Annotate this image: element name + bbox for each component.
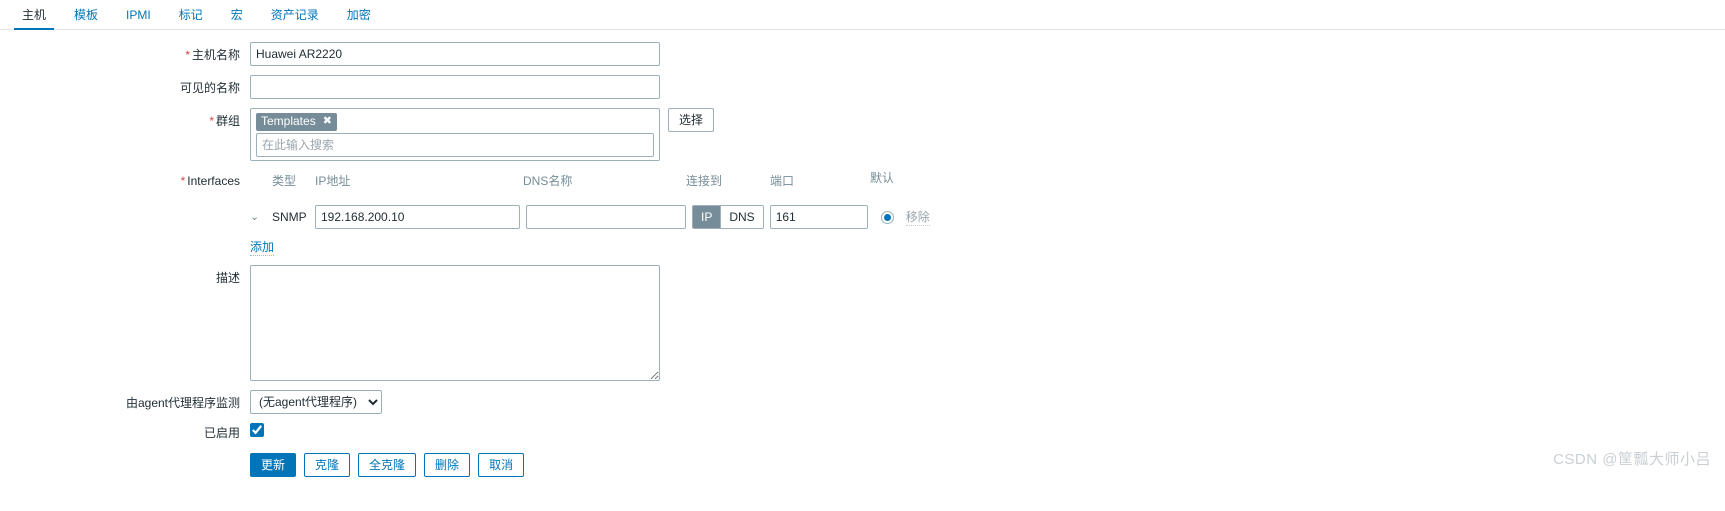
tab-inventory[interactable]: 资产记录 bbox=[257, 8, 333, 29]
groups-search-input[interactable] bbox=[256, 133, 654, 157]
tab-label: 资产记录 bbox=[270, 8, 319, 22]
group-chip-templates[interactable]: Templates ✖ bbox=[256, 113, 337, 131]
description-field-wrap bbox=[250, 265, 660, 381]
col-header-type: 类型 bbox=[272, 174, 297, 188]
connect-to-ip-option[interactable]: IP bbox=[693, 206, 722, 228]
tab-label: 加密 bbox=[346, 8, 371, 22]
interface-dns-input[interactable] bbox=[526, 205, 686, 229]
description-textarea[interactable] bbox=[250, 265, 660, 381]
form-row-groups: *群组 Templates ✖ 选择 bbox=[0, 108, 1725, 161]
cancel-button[interactable]: 取消 bbox=[478, 453, 525, 477]
required-marker: * bbox=[180, 174, 186, 188]
interface-remove-link[interactable]: 移除 bbox=[905, 208, 930, 226]
interfaces-header-row: 类型 IP地址 DNS名称 连接到 端口 默认 bbox=[250, 172, 930, 204]
required-marker: * bbox=[209, 114, 214, 128]
connect-to-dns-option[interactable]: DNS bbox=[721, 206, 763, 228]
host-form: *主机名称 可见的名称 *群组 Templates ✖ 选择 bbox=[0, 30, 1725, 477]
form-row-actions: 更新 克隆 全克隆 删除 取消 bbox=[0, 453, 1725, 477]
default-radio-cell bbox=[872, 210, 904, 224]
tab-label: 主机 bbox=[22, 8, 47, 22]
host-name-input[interactable] bbox=[250, 42, 660, 66]
proxy-label: 由agent代理程序监测 bbox=[125, 396, 240, 410]
delete-button[interactable]: 删除 bbox=[424, 453, 471, 477]
tab-label: 宏 bbox=[230, 8, 243, 22]
interface-port-input[interactable] bbox=[769, 205, 868, 229]
proxy-select[interactable]: (无agent代理程序) bbox=[250, 390, 382, 414]
groups-field-wrap: Templates ✖ 选择 bbox=[250, 108, 715, 161]
interfaces-table: 类型 IP地址 DNS名称 连接到 端口 默认 ⌄ SNMP IP DNS bbox=[250, 170, 930, 256]
tab-label: IPMI bbox=[126, 8, 151, 22]
visible-name-field-wrap bbox=[250, 75, 660, 99]
form-row-description: 描述 bbox=[0, 265, 1725, 381]
tab-encryption[interactable]: 加密 bbox=[333, 8, 385, 29]
action-button-row: 更新 克隆 全克隆 删除 取消 bbox=[250, 453, 525, 477]
interface-add-link[interactable]: 添加 bbox=[250, 238, 275, 256]
chevron-down-icon[interactable]: ⌄ bbox=[250, 212, 272, 223]
groups-label: * 群组 bbox=[0, 108, 250, 129]
interface-type-label: SNMP bbox=[272, 210, 307, 224]
col-header-dns: DNS名称 bbox=[523, 174, 573, 188]
actions-spacer bbox=[0, 453, 250, 457]
col-header-port: 端口 bbox=[770, 174, 795, 188]
tab-tags[interactable]: 标记 bbox=[165, 8, 217, 29]
col-header-connect-to: 连接到 bbox=[686, 174, 723, 188]
tab-ipmi[interactable]: IPMI bbox=[112, 8, 165, 29]
chip-remove-icon[interactable]: ✖ bbox=[323, 114, 332, 129]
watermark-text: CSDN @筐瓢大师小吕 bbox=[1553, 451, 1711, 468]
tab-templates[interactable]: 模板 bbox=[60, 8, 112, 29]
tab-macros[interactable]: 宏 bbox=[217, 8, 257, 29]
enabled-checkbox[interactable] bbox=[250, 423, 264, 437]
form-row-visible-name: 可见的名称 bbox=[0, 75, 1725, 99]
tab-label: 标记 bbox=[178, 8, 203, 22]
interface-row: ⌄ SNMP IP DNS 移除 bbox=[250, 204, 930, 230]
form-row-interfaces: * Interfaces 类型 IP地址 DNS名称 连接到 端口 默认 ⌄ SN… bbox=[0, 170, 1725, 256]
col-header-ip: IP地址 bbox=[315, 174, 351, 188]
form-row-enabled: 已启用 bbox=[0, 423, 1725, 441]
label-text: Interfaces bbox=[187, 174, 240, 188]
connect-to-toggle: IP DNS bbox=[692, 205, 764, 229]
description-label: 描述 bbox=[215, 271, 240, 285]
host-name-label: * 主机名称 bbox=[0, 42, 250, 63]
tab-label: 模板 bbox=[74, 8, 99, 22]
clone-button[interactable]: 克隆 bbox=[304, 453, 351, 477]
groups-multiselect[interactable]: Templates ✖ bbox=[250, 108, 660, 161]
full-clone-button[interactable]: 全克隆 bbox=[358, 453, 417, 477]
form-row-host-name: * 主机名称 bbox=[0, 42, 1725, 66]
chip-label: Templates bbox=[261, 114, 316, 128]
required-marker: * bbox=[185, 48, 190, 62]
update-button[interactable]: 更新 bbox=[250, 453, 297, 477]
visible-name-input[interactable] bbox=[250, 75, 660, 99]
label-text: 主机名称 bbox=[191, 48, 240, 62]
host-name-field-wrap bbox=[250, 42, 660, 66]
col-header-default: 默认 bbox=[870, 171, 895, 185]
enabled-field-wrap bbox=[250, 423, 264, 437]
label-text: 群组 bbox=[215, 114, 240, 128]
visible-name-label: 可见的名称 bbox=[179, 81, 240, 95]
tab-bar: 主机 模板 IPMI 标记 宏 资产记录 加密 bbox=[0, 0, 1725, 30]
interface-default-radio[interactable] bbox=[881, 210, 895, 224]
tab-host[interactable]: 主机 bbox=[8, 8, 60, 30]
enabled-label: 已启用 bbox=[203, 426, 240, 440]
proxy-field-wrap: (无agent代理程序) bbox=[250, 390, 382, 414]
groups-select-button[interactable]: 选择 bbox=[668, 108, 715, 132]
interface-ip-input[interactable] bbox=[315, 205, 520, 229]
interfaces-label: * Interfaces bbox=[0, 170, 250, 188]
form-row-proxy: 由agent代理程序监测 (无agent代理程序) bbox=[0, 390, 1725, 414]
